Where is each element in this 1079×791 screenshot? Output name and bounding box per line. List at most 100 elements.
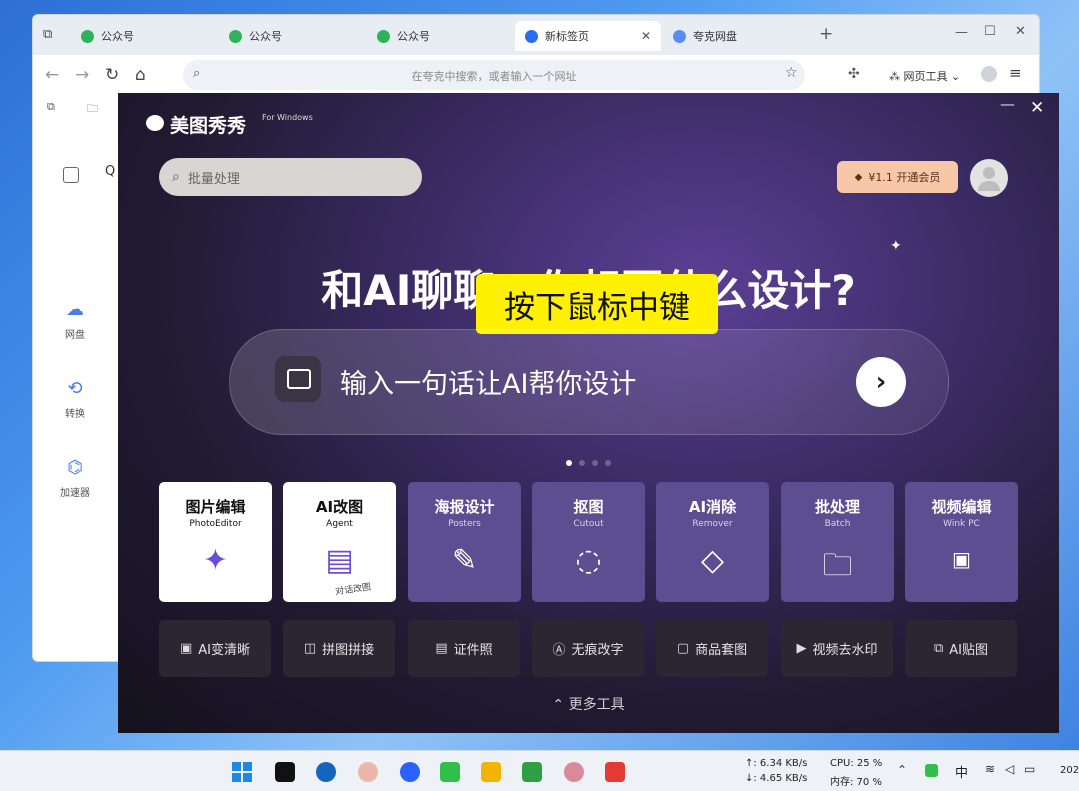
tool-title: AI改图 [315,498,364,516]
batch-search-input[interactable]: ⌕ 批量处理 [159,158,422,196]
tool-batch[interactable]: 批处理 Batch 🗀 [781,482,894,602]
carousel-dot[interactable] [579,460,585,466]
small-tool-text-edit[interactable]: Ⓐ 无痕改字 [532,620,644,677]
video-icon: ▶ [796,641,807,656]
forward-icon[interactable]: → [75,65,89,85]
cpu-usage: CPU: 25 % [830,758,883,769]
wechat-tray-icon[interactable] [925,764,938,777]
tool-video-edit[interactable]: 视频编辑 Wink PC ▣ [905,482,1018,602]
tool-title: 海报设计 [434,498,495,516]
carousel-dot[interactable] [605,460,611,466]
small-tool-label: 证件照 [453,643,493,658]
avatar-head [983,167,995,179]
more-tools-button[interactable]: ⌃ 更多工具 [118,694,1059,714]
windows-start-icon[interactable] [232,762,252,782]
tool-sub: Posters [448,519,481,529]
minimize-icon[interactable]: — [1000,95,1015,113]
sidebar-item-convert[interactable]: ⟲ 转换 [33,378,117,420]
carousel-dot-active[interactable] [566,460,572,466]
tool-posters[interactable]: 海报设计 Posters ✎ [408,482,521,602]
user-avatar[interactable] [970,159,1008,197]
volume-icon[interactable]: ◁ [1005,762,1014,776]
sidebar-item-label: 转换 [65,409,85,420]
image-frame [287,369,311,389]
chevron-up-icon[interactable]: ⌃ [897,763,907,777]
close-window-icon[interactable]: ✕ [1015,24,1026,39]
wechat-icon[interactable] [440,762,460,782]
browser-app-icon[interactable] [400,762,420,782]
wifi-icon[interactable]: ≋ [985,762,995,776]
tool-title: 视频编辑 [931,498,992,516]
tab-3[interactable]: 公众号 [367,21,513,51]
star-icon[interactable]: ☆ [785,65,798,81]
tool-ai-agent[interactable]: AI改图 Agent ▤ 对话改图 [283,482,396,602]
ai-prompt-input[interactable]: 输入一句话让AI帮你设计 › [229,329,949,435]
carousel-dot[interactable] [592,460,598,466]
back-icon[interactable]: ← [45,65,59,85]
close-icon[interactable]: ✕ [1030,98,1044,118]
tab-4-active[interactable]: 新标签页 ✕ [515,21,661,51]
small-tool-collage[interactable]: ◫ 拼图拼接 [283,620,395,677]
small-tool-id-photo[interactable]: ▤ 证件照 [408,620,520,677]
clock[interactable]: 202 [1060,765,1079,776]
convert-icon: ⟲ [67,378,83,399]
small-tool-ai-sharpen[interactable]: ▣ AI变清晰 [159,620,271,677]
menu-icon[interactable]: ≡ [1009,64,1022,82]
workspace-icon[interactable]: ⧉ [43,27,52,42]
tool-title: 图片编辑 [185,498,246,516]
small-tool-ai-sticker[interactable]: ⧉ AI贴图 [905,620,1017,677]
small-tool-product-set[interactable]: ▢ 商品套图 [656,620,768,677]
tab-label: 公众号 [101,30,134,43]
minimize-icon[interactable]: — [955,25,968,40]
bookmark-icon[interactable]: ⧉ [47,100,55,114]
tool-photo-editor[interactable]: 图片编辑 PhotoEditor ✦ [159,482,272,602]
tool-sub: Remover [692,519,733,529]
file-explorer-icon[interactable] [481,762,501,782]
grid-icon: ◫ [303,641,317,656]
k-app-icon[interactable] [316,762,336,782]
folder-icon[interactable]: 🗀 [87,100,98,119]
hd-icon: ▣ [952,547,971,571]
tab-1[interactable]: 公众号 [71,21,217,51]
image-add-icon[interactable] [275,356,321,402]
prompt-placeholder: 输入一句话让AI帮你设计 [340,369,637,400]
web-tools-button[interactable]: ⁂ 网页工具 ⌄ [889,68,960,84]
green-spiral-icon [81,29,94,43]
submit-arrow-button[interactable]: › [856,357,906,407]
tab-5[interactable]: 夸克网盘 [663,21,809,51]
message-app-icon[interactable] [522,762,542,782]
avatar-app-icon-2[interactable] [564,762,584,782]
sidebar-item-netdisk[interactable]: ☁ 网盘 [33,299,117,341]
chat-icon: ▤ [325,543,354,578]
edit-icon: ✎ [451,543,478,578]
address-input[interactable]: ⌕ 在夸克中搜索，或者输入一个网址 ☆ [183,60,805,90]
reload-icon[interactable]: ↻ [105,65,119,85]
small-tool-video-watermark[interactable]: ▶ 视频去水印 [781,620,893,677]
avatar-app-icon[interactable] [358,762,378,782]
tab-bar: ⧉ 公众号 公众号 公众号 新标签页 ✕ 夸克网盘 + — ☐ ✕ [33,15,1039,55]
capcut-icon[interactable] [275,762,295,782]
new-tab-button[interactable]: + [819,24,833,44]
home-icon[interactable]: ⌂ [135,65,146,85]
web-tools-label: 网页工具 [903,70,948,83]
ime-indicator[interactable]: 中 [955,762,968,781]
battery-icon[interactable]: ▭ [1024,762,1035,776]
diamond-icon: ◆ [854,171,863,183]
meitu-app-icon[interactable] [605,762,625,782]
sidebar-item-accelerator[interactable]: ⌬ 加速器 [33,457,117,499]
tool-cutout[interactable]: 抠图 Cutout ◌ [532,482,645,602]
panel-toggle-icon[interactable] [63,167,79,183]
vip-button[interactable]: ◆ ¥1.1 开通会员 [837,161,958,193]
tool-sub: Batch [824,519,851,529]
lasso-icon: ◌ [575,543,602,578]
profile-avatar[interactable] [981,66,997,82]
extension-icon[interactable]: ✣ [848,66,860,82]
tool-remover[interactable]: AI消除 Remover ◇ [656,482,769,602]
avatar-body [978,181,1000,191]
maximize-icon[interactable]: ☐ [984,24,996,39]
tab-label: 新标签页 [545,30,589,43]
tab-2[interactable]: 公众号 [219,21,365,51]
tool-sub: Wink PC [943,519,980,529]
close-tab-icon[interactable]: ✕ [641,29,651,43]
search-q-icon[interactable]: Q [105,164,115,179]
